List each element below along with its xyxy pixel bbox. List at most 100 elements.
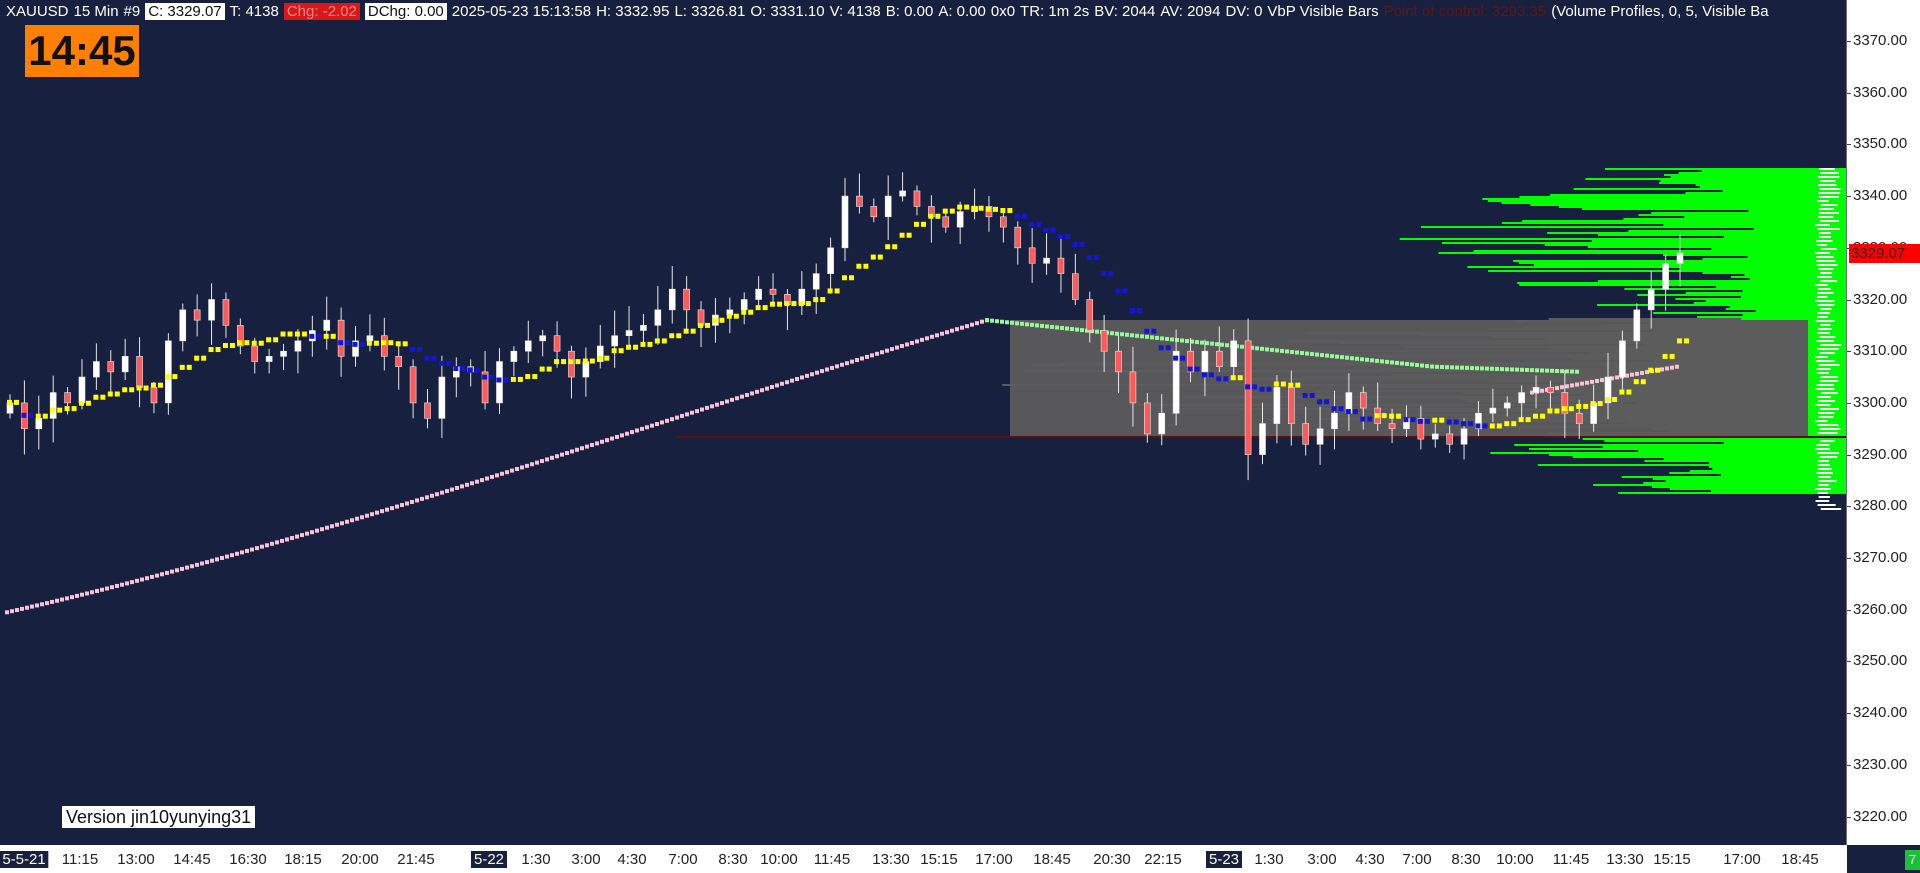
ma-fast-dot — [1288, 382, 1294, 388]
ma-fast-dot — [791, 301, 797, 307]
ma-slow-dot — [520, 465, 524, 470]
ma-slow-dot — [160, 572, 164, 577]
time-tick-label: 13:30 — [1606, 851, 1644, 868]
ma-fast-dot — [618, 348, 624, 354]
volume-profile-bar — [1544, 244, 1846, 246]
ma-fast-dot — [712, 317, 718, 323]
ma-slow-dot — [220, 555, 224, 560]
ma-fast-dot — [186, 364, 192, 370]
ma-slow-dot — [150, 574, 154, 579]
candle-body — [654, 309, 662, 326]
ma-mid-dot — [1375, 358, 1379, 363]
ma-fast-dot — [301, 331, 307, 337]
ma-fast-dot — [870, 254, 876, 260]
ma-fast-dot — [1266, 386, 1272, 392]
profile-value-text — [1817, 424, 1839, 426]
ma-fast-dot — [798, 301, 804, 307]
ma-slow-dot — [120, 582, 124, 587]
ma-fast-dot — [928, 213, 934, 219]
profile-value-text — [1818, 364, 1841, 366]
ma-fast-dot — [1245, 384, 1251, 390]
ma-mid-dot — [1340, 355, 1344, 360]
ma-mid-dot — [995, 319, 999, 324]
ma-fast-dot — [640, 341, 646, 347]
candle-body — [1057, 257, 1065, 274]
volume-profile-bar — [1573, 188, 1846, 190]
ma-slow-dot — [250, 547, 254, 552]
profile-value-text — [1816, 340, 1834, 342]
ma-fast-dot — [424, 355, 430, 361]
ma-slow-dot — [165, 570, 169, 575]
ma-slow-dot — [980, 319, 984, 324]
candle-body — [1000, 216, 1007, 228]
profile-value-text — [1820, 308, 1832, 310]
ma-mid-dot — [1040, 323, 1044, 328]
ma-fast-dot — [1669, 353, 1675, 359]
profile-value-text — [1815, 224, 1830, 226]
ma-fast-dot — [21, 412, 27, 418]
ma-slow-dot — [230, 553, 234, 558]
ma-mid-dot — [1165, 336, 1169, 341]
profile-value-text — [1819, 380, 1839, 382]
ma-mid-dot — [1095, 329, 1099, 334]
chart-area[interactable] — [0, 0, 1847, 845]
profile-value-text — [1819, 408, 1839, 410]
ma-slow-dot — [915, 339, 919, 344]
ma-mid-dot — [1010, 320, 1014, 325]
ma-fast-dot — [1259, 386, 1265, 392]
profile-value-text — [1817, 468, 1832, 470]
price-axis[interactable]: 3370.003360.003350.003340.003330.003320.… — [1846, 0, 1920, 845]
ma-slow-dot — [750, 391, 754, 396]
price-tick-label: 3340.00 — [1846, 187, 1908, 205]
ma-fast-dot — [913, 221, 919, 227]
price-tick-label: 3300.00 — [1846, 393, 1908, 411]
candle-body — [913, 190, 921, 207]
ma-mid-dot — [1330, 354, 1334, 359]
ma-fast-dot — [410, 347, 416, 353]
time-tick-label: 3:00 — [571, 851, 601, 868]
candle-body — [755, 288, 762, 300]
current-price-tag: 3329.07 — [1849, 244, 1920, 263]
ma-fast-dot — [194, 355, 200, 361]
ma-fast-dot — [604, 355, 610, 361]
ma-fast-dot — [1648, 367, 1654, 373]
ma-fast-dot — [942, 208, 948, 214]
ma-slow-dot — [880, 350, 884, 355]
candle-body — [582, 361, 590, 378]
corner-badge[interactable]: 7 — [1905, 850, 1920, 870]
candle-body — [395, 356, 403, 368]
ma-fast-dot — [251, 340, 257, 346]
ma-fast-dot — [1633, 379, 1639, 385]
volume-profile-bar — [1519, 284, 1846, 286]
ma-fast-dot — [597, 355, 603, 361]
ma-slow-dot — [575, 447, 579, 452]
ma-slow-dot — [490, 474, 494, 479]
profile-value-text — [1816, 240, 1833, 242]
ma-fast-dot — [1389, 413, 1395, 419]
ma-fast-dot — [1079, 241, 1085, 247]
time-axis[interactable]: 5-5-21 11:15 13:00 14:45 16:30 18:15 20:00 21:4… — [0, 845, 1847, 873]
candle-body — [121, 356, 129, 373]
price-tick-label: 3240.00 — [1846, 704, 1908, 722]
ma-fast-dot — [1424, 418, 1430, 424]
ma-fast-dot — [849, 275, 854, 281]
ma-fast-dot — [546, 366, 552, 372]
time-tick-label: 1:30 — [521, 851, 551, 868]
price-plot[interactable] — [0, 0, 1846, 845]
volume-profile-bar — [1528, 448, 1846, 450]
ma-slow-dot — [130, 580, 134, 585]
price-tick-label: 3280.00 — [1846, 497, 1908, 515]
ma-mid-dot — [1345, 355, 1349, 360]
profile-value-text — [1820, 180, 1836, 182]
time-tick-label: 15:15 — [1653, 851, 1691, 868]
ma-slow-dot — [205, 560, 209, 565]
candle-body — [1072, 273, 1079, 300]
ma-fast-dot — [1216, 376, 1222, 382]
ma-slow-dot — [35, 603, 39, 608]
ma-fast-dot — [705, 322, 711, 328]
ma-mid-dot — [1435, 364, 1439, 369]
candle-body — [1244, 340, 1252, 455]
profile-value-text — [1816, 472, 1833, 474]
ma-slow-dot — [1590, 379, 1594, 384]
candle-body — [1388, 423, 1396, 430]
